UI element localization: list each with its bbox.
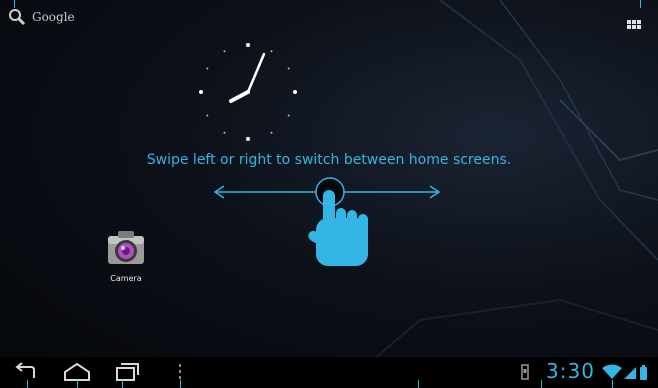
status-clock[interactable]: 3:30 xyxy=(546,359,595,383)
all-apps-button[interactable] xyxy=(624,14,644,34)
minute-hand xyxy=(246,52,266,94)
guide-tick xyxy=(640,0,641,8)
guide-tick xyxy=(180,380,181,388)
connectivity-status[interactable] xyxy=(600,362,652,386)
home-screen[interactable]: Google Swipe left or right to switch bet… xyxy=(0,0,658,388)
hour-hand xyxy=(229,90,250,103)
recent-apps-button[interactable] xyxy=(114,360,140,388)
swipe-hint-text: Swipe left or right to switch between ho… xyxy=(146,152,512,168)
apps-grid-icon xyxy=(627,20,641,29)
analog-clock-widget[interactable] xyxy=(193,37,303,147)
system-bar: 3:30 xyxy=(0,357,658,388)
recent-apps-icon xyxy=(116,363,139,381)
signal-icon xyxy=(624,367,636,379)
guide-tick xyxy=(14,0,15,8)
back-button[interactable] xyxy=(12,360,40,388)
guide-tick xyxy=(541,380,542,388)
google-label: Google xyxy=(32,10,75,24)
guide-tick xyxy=(77,380,78,388)
camera-icon xyxy=(108,231,144,264)
google-search-bar[interactable]: Google xyxy=(8,8,75,26)
camera-label: Camera xyxy=(110,274,142,283)
search-icon xyxy=(9,9,26,26)
wifi-icon xyxy=(602,364,622,379)
guide-tick xyxy=(122,380,123,388)
guide-tick xyxy=(612,380,613,388)
battery-icon xyxy=(640,365,647,380)
guide-tick xyxy=(418,380,419,388)
swipe-gesture-graphic xyxy=(213,177,441,266)
guide-tick xyxy=(27,380,28,388)
camera-shortcut[interactable]: Camera xyxy=(96,228,156,283)
back-icon xyxy=(15,362,35,378)
sd-card-status[interactable] xyxy=(520,364,530,384)
sd-card-icon xyxy=(521,364,529,380)
